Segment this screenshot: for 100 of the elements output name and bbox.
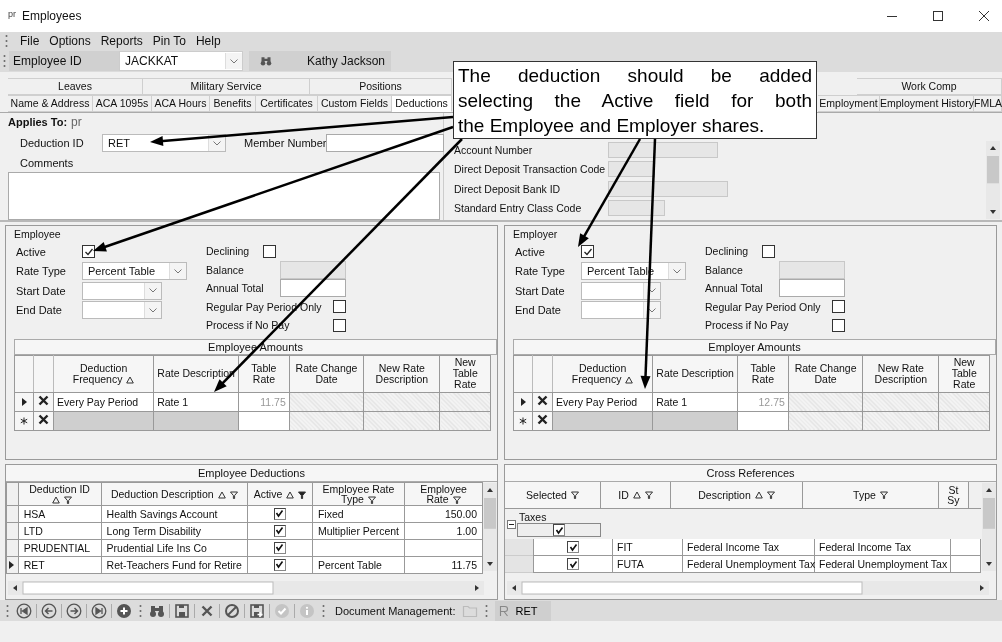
checkbox[interactable] [273, 524, 286, 537]
checkbox[interactable] [263, 244, 276, 258]
column-header[interactable]: Description [671, 482, 803, 508]
employee-id-dropdown[interactable]: JACKKAT [119, 51, 243, 71]
first-record-icon[interactable] [16, 602, 32, 619]
tab[interactable]: Employment [818, 95, 880, 112]
filter-icon[interactable] [766, 491, 775, 499]
horizontal-scrollbar[interactable] [8, 581, 484, 595]
filter-icon[interactable] [367, 496, 376, 505]
column-header[interactable]: Table Rate [238, 355, 290, 392]
checkbox[interactable] [581, 245, 594, 259]
tab[interactable]: Employment History [880, 95, 974, 112]
tab[interactable]: ACA Hours [152, 95, 210, 112]
tab[interactable]: Leaves [8, 78, 143, 95]
menu-item[interactable]: Reports [99, 34, 144, 48]
dropdown[interactable]: Percent Table [82, 262, 187, 281]
sort-icon[interactable] [51, 496, 60, 505]
vertical-scrollbar[interactable] [982, 483, 996, 571]
save-icon[interactable] [174, 602, 190, 619]
column-header[interactable]: Deduction Frequency [552, 355, 653, 392]
tab[interactable]: Custom Fields [318, 95, 392, 112]
tab[interactable]: Name & Address [8, 95, 93, 112]
checkbox[interactable] [567, 558, 579, 570]
filter-icon[interactable] [879, 491, 888, 499]
delete-row-icon[interactable] [38, 395, 50, 406]
column-header[interactable]: Rate Description [652, 355, 738, 392]
dropdown[interactable] [581, 301, 661, 320]
checkbox[interactable] [762, 244, 775, 258]
checkbox[interactable] [333, 318, 346, 332]
sort-icon[interactable] [754, 491, 763, 499]
tab[interactable]: FMLA [974, 95, 1002, 112]
column-header[interactable]: St Sy [939, 482, 969, 508]
close-icon[interactable] [978, 10, 990, 22]
maximize-icon[interactable] [932, 10, 944, 22]
checkbox[interactable] [82, 245, 95, 259]
sort-icon[interactable] [286, 491, 295, 500]
column-header[interactable]: Selected [505, 482, 601, 508]
column-header[interactable]: Deduction Description [101, 482, 248, 506]
add-icon[interactable] [116, 602, 132, 619]
text-field[interactable] [779, 279, 845, 298]
record-button[interactable]: RET [495, 600, 552, 621]
sort-icon[interactable] [217, 491, 226, 500]
delete-row-icon[interactable] [38, 414, 50, 425]
sort-icon[interactable] [126, 375, 135, 384]
vertical-scrollbar[interactable] [483, 483, 497, 571]
deduction-id-dropdown[interactable]: RET [102, 134, 226, 152]
find-button[interactable] [249, 51, 283, 71]
column-header[interactable]: Employee Rate [404, 482, 483, 506]
sort-icon[interactable] [632, 491, 641, 499]
cancel-icon[interactable] [224, 602, 240, 619]
filter-icon[interactable] [570, 491, 579, 499]
collapse-icon[interactable] [507, 519, 516, 529]
checkbox[interactable] [567, 541, 579, 553]
filter-icon[interactable] [63, 496, 72, 505]
member-number-field[interactable] [326, 134, 444, 152]
column-header[interactable]: Type [803, 482, 939, 508]
comments-field[interactable] [8, 172, 440, 220]
menu-item[interactable]: Options [48, 34, 92, 48]
column-header[interactable]: Active [247, 482, 313, 506]
column-header[interactable]: Deduction Frequency [53, 355, 154, 392]
checkbox[interactable] [832, 318, 845, 332]
tab[interactable]: ACA 1095s [93, 95, 152, 112]
tab[interactable]: Positions [310, 78, 452, 95]
vertical-scrollbar[interactable] [986, 141, 1000, 219]
delete-row-icon[interactable] [537, 414, 549, 425]
tab[interactable]: Work Comp [857, 78, 1002, 95]
tab[interactable]: Deductions [392, 95, 452, 112]
horizontal-scrollbar[interactable] [507, 581, 989, 595]
previous-record-icon[interactable] [41, 602, 57, 619]
tab[interactable]: Certificates [256, 95, 318, 112]
last-record-icon[interactable] [91, 602, 107, 619]
menu-item[interactable]: Help [194, 34, 222, 48]
checkbox[interactable] [273, 558, 286, 571]
filter-icon[interactable] [229, 491, 238, 500]
filter-icon[interactable] [644, 491, 653, 499]
next-record-icon[interactable] [66, 602, 82, 619]
menu-item[interactable]: File [19, 34, 41, 48]
tab[interactable]: Military Service [143, 78, 310, 95]
field-label: End Date [515, 304, 562, 317]
checkbox[interactable] [333, 300, 346, 314]
column-header[interactable]: Deduction ID [18, 482, 102, 506]
column-header[interactable]: Table Rate [737, 355, 789, 392]
checkbox[interactable] [273, 541, 286, 554]
applies-to-value: pr [71, 115, 82, 129]
column-header[interactable]: Employee Rate Type [312, 482, 405, 506]
checkbox[interactable] [832, 300, 845, 314]
text-field[interactable] [280, 279, 346, 298]
group-title: Employer [513, 228, 559, 240]
filter-icon[interactable] [298, 491, 307, 500]
menu-item[interactable]: Pin To [151, 34, 187, 48]
column-header[interactable]: ID [601, 482, 671, 508]
tab[interactable]: Benefits [210, 95, 256, 112]
checkbox[interactable] [553, 524, 565, 536]
filter-icon[interactable] [452, 496, 461, 505]
sort-icon[interactable] [625, 375, 634, 384]
save-new-icon[interactable] [249, 602, 265, 619]
dropdown[interactable] [581, 281, 661, 300]
delete-row-icon[interactable] [537, 395, 549, 406]
checkbox[interactable] [273, 507, 286, 520]
grip-icon [322, 603, 325, 618]
